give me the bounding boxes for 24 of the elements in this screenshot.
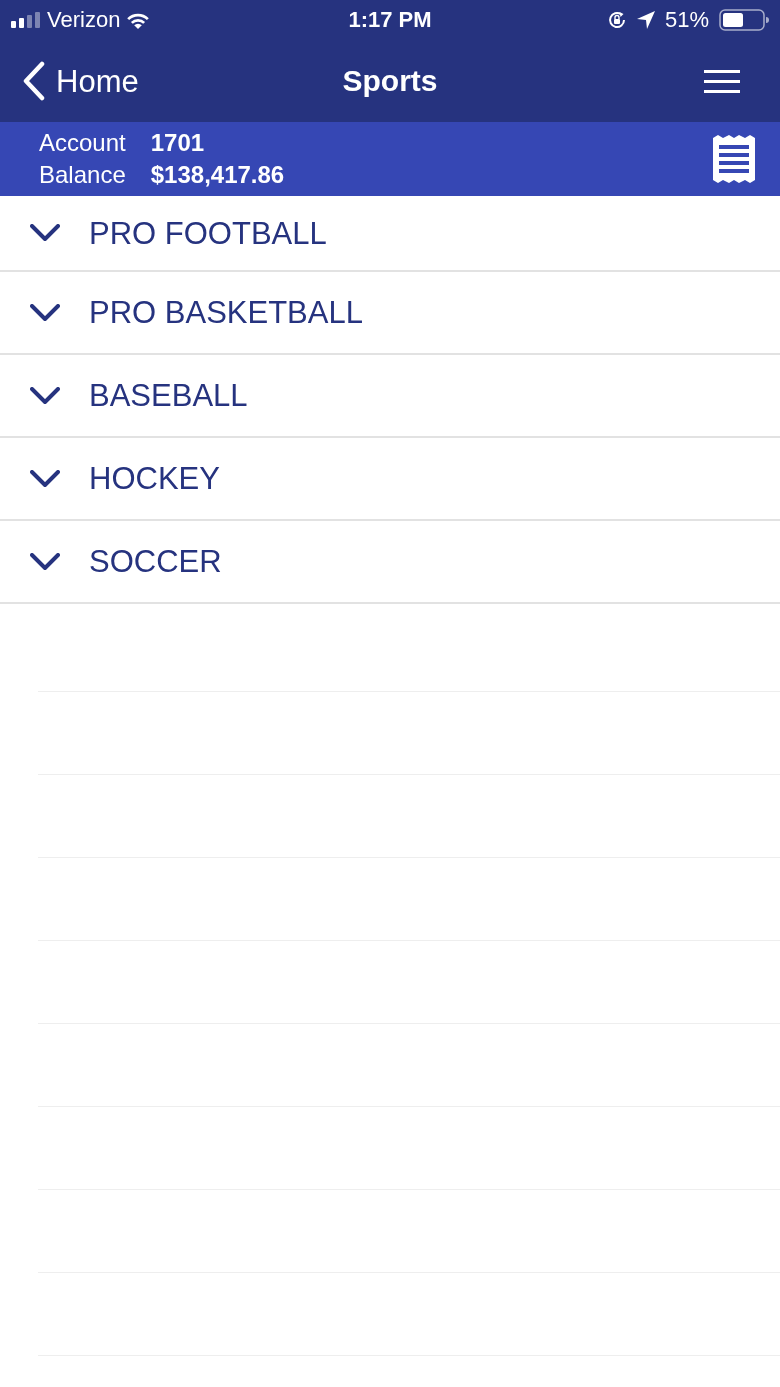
sport-category-label: SOCCER — [89, 546, 222, 577]
sport-category-label: BASEBALL — [89, 380, 248, 411]
account-label: Account — [39, 128, 126, 158]
receipt-button[interactable] — [713, 135, 755, 183]
page-title: Sports — [342, 66, 438, 96]
receipt-icon — [713, 135, 755, 183]
sport-category-label: PRO FOOTBALL — [89, 217, 327, 249]
back-button[interactable]: Home — [22, 61, 139, 101]
back-chevron-icon — [22, 61, 46, 101]
status-time: 1:17 PM — [348, 9, 432, 31]
sport-category-label: HOCKEY — [89, 463, 220, 494]
battery-icon — [719, 9, 769, 31]
balance-amount: $138,417.86 — [150, 160, 285, 190]
menu-button[interactable] — [704, 69, 740, 93]
account-number: 1701 — [150, 128, 206, 158]
battery-percent: 51% — [664, 9, 709, 31]
balance-label: Balance — [39, 160, 126, 190]
sport-category-label: PRO BASKETBALL — [89, 297, 363, 328]
location-arrow-icon — [636, 11, 655, 29]
rotation-lock-icon — [606, 10, 627, 30]
menu-icon — [704, 69, 740, 93]
carrier-name: Verizon — [47, 9, 121, 31]
signal-icon — [11, 12, 41, 28]
wifi-icon — [126, 11, 151, 29]
